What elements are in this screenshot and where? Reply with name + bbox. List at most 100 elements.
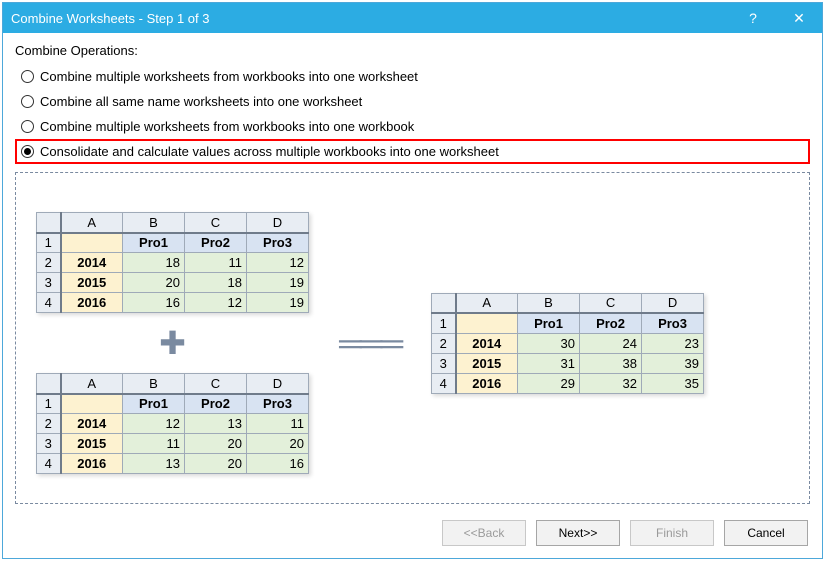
- radio-icon: [21, 145, 34, 158]
- row-header: 4: [37, 293, 61, 313]
- cell-value: 20: [185, 454, 247, 474]
- cell-value: 16: [247, 454, 309, 474]
- cell-year: 2015: [61, 434, 123, 454]
- plus-icon: ✚: [159, 327, 186, 359]
- sheet-corner: [37, 213, 61, 233]
- sheet-result: ABCD 1 Pro1Pro2Pro3 22014302423 32015313839 4…: [431, 293, 704, 394]
- row-header: 2: [37, 414, 61, 434]
- sheet-input-2: ABCD1Pro1Pro2Pro322014121311320151120204…: [36, 373, 309, 474]
- next-button[interactable]: Next>>: [536, 520, 620, 546]
- cell-value: 18: [185, 273, 247, 293]
- cell-value: 20: [247, 434, 309, 454]
- footer-buttons: <<Back Next>> Finish Cancel: [15, 512, 810, 550]
- preview-panel: ABCD1Pro1Pro2Pro322014181112320152018194…: [15, 172, 810, 504]
- row-header: 4: [432, 373, 456, 393]
- col-header: D: [247, 213, 309, 233]
- cell-value: 12: [247, 253, 309, 273]
- row-header: 2: [37, 253, 61, 273]
- cell-value: 38: [580, 353, 642, 373]
- cell-year: 2016: [61, 293, 123, 313]
- option-label: Combine all same name worksheets into on…: [40, 94, 362, 109]
- col-header: A: [456, 293, 518, 313]
- row-header: 3: [37, 434, 61, 454]
- cell-header: Pro2: [185, 233, 247, 253]
- cell-value: 31: [518, 353, 580, 373]
- cell-year: 2014: [61, 253, 123, 273]
- window-title: Combine Worksheets - Step 1 of 3: [11, 11, 730, 26]
- cell-value: 20: [185, 434, 247, 454]
- cell-value: 13: [123, 454, 185, 474]
- row-header: 4: [37, 454, 61, 474]
- sheet-corner: [432, 293, 456, 313]
- cell: [456, 313, 518, 333]
- cell-header: Pro1: [123, 394, 185, 414]
- radio-icon: [21, 95, 34, 108]
- cell-value: 18: [123, 253, 185, 273]
- cell-value: 11: [185, 253, 247, 273]
- close-icon[interactable]: ✕: [776, 3, 822, 33]
- radio-icon: [21, 120, 34, 133]
- row-header: 2: [432, 333, 456, 353]
- cell-value: 23: [642, 333, 704, 353]
- option-consolidate[interactable]: Consolidate and calculate values across …: [15, 139, 810, 164]
- dialog-window: Combine Worksheets - Step 1 of 3 ? ✕ Com…: [2, 2, 823, 559]
- equals-icon: ═══: [339, 325, 401, 362]
- row-header: 1: [37, 394, 61, 414]
- cell-value: 16: [123, 293, 185, 313]
- cell-value: 12: [123, 414, 185, 434]
- back-button[interactable]: <<Back: [442, 520, 526, 546]
- col-header: C: [185, 213, 247, 233]
- cell-value: 35: [642, 373, 704, 393]
- cell-value: 24: [580, 333, 642, 353]
- cell: [61, 394, 123, 414]
- cell-header: Pro1: [518, 313, 580, 333]
- col-header: B: [123, 213, 185, 233]
- cell-year: 2015: [61, 273, 123, 293]
- col-header: B: [123, 374, 185, 394]
- option-combine-into-sheet[interactable]: Combine multiple worksheets from workboo…: [15, 64, 810, 89]
- option-into-workbook[interactable]: Combine multiple worksheets from workboo…: [15, 114, 810, 139]
- col-header: B: [518, 293, 580, 313]
- cell-header: Pro2: [185, 394, 247, 414]
- row-header: 3: [37, 273, 61, 293]
- cell-header: Pro2: [580, 313, 642, 333]
- cell-value: 12: [185, 293, 247, 313]
- row-header: 3: [432, 353, 456, 373]
- sheet-corner: [37, 374, 61, 394]
- cell-header: Pro3: [247, 394, 309, 414]
- cell-year: 2016: [61, 454, 123, 474]
- option-label: Consolidate and calculate values across …: [40, 144, 499, 159]
- cell-year: 2014: [61, 414, 123, 434]
- cell-value: 39: [642, 353, 704, 373]
- option-same-name[interactable]: Combine all same name worksheets into on…: [15, 89, 810, 114]
- col-header: A: [61, 213, 123, 233]
- cell-value: 13: [185, 414, 247, 434]
- radio-icon: [21, 70, 34, 83]
- finish-button[interactable]: Finish: [630, 520, 714, 546]
- col-header: D: [642, 293, 704, 313]
- dialog-content: Combine Operations: Combine multiple wor…: [3, 33, 822, 558]
- cell-header: Pro3: [642, 313, 704, 333]
- cell-value: 20: [123, 273, 185, 293]
- cell-year: 2015: [456, 353, 518, 373]
- row-header: 1: [37, 233, 61, 253]
- option-label: Combine multiple worksheets from workboo…: [40, 119, 414, 134]
- cancel-button[interactable]: Cancel: [724, 520, 808, 546]
- cell-header: Pro3: [247, 233, 309, 253]
- cell-value: 30: [518, 333, 580, 353]
- cell: [61, 233, 123, 253]
- col-header: A: [61, 374, 123, 394]
- option-label: Combine multiple worksheets from workboo…: [40, 69, 418, 84]
- cell-year: 2014: [456, 333, 518, 353]
- group-label: Combine Operations:: [15, 43, 810, 58]
- row-header: 1: [432, 313, 456, 333]
- col-header: C: [580, 293, 642, 313]
- cell-header: Pro1: [123, 233, 185, 253]
- help-icon[interactable]: ?: [730, 3, 776, 33]
- cell-value: 11: [247, 414, 309, 434]
- cell-value: 19: [247, 293, 309, 313]
- titlebar: Combine Worksheets - Step 1 of 3 ? ✕: [3, 3, 822, 33]
- col-header: C: [185, 374, 247, 394]
- input-sheets-column: ABCD1Pro1Pro2Pro322014181112320152018194…: [36, 212, 309, 474]
- cell-value: 32: [580, 373, 642, 393]
